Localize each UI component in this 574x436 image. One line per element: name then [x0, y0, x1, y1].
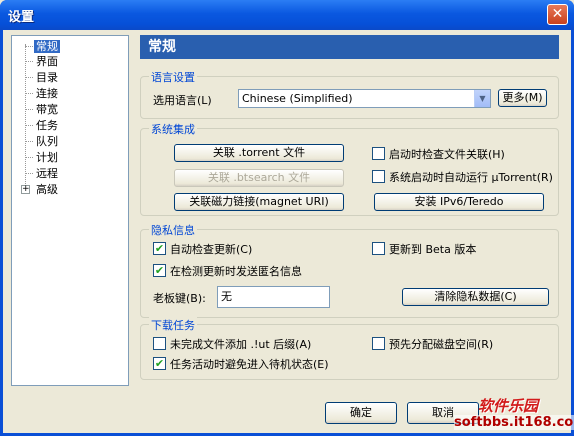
close-button[interactable]: ✕ — [547, 4, 568, 25]
ok-button[interactable]: 确定 — [325, 402, 397, 424]
sidebar-item-label: 远程 — [36, 167, 58, 180]
anonymous-info-label: 在检测更新时发送匿名信息 — [170, 265, 302, 278]
tree-connector — [25, 44, 26, 192]
sidebar-item-advanced[interactable]: 高级 — [34, 182, 60, 197]
sidebar-item-remote[interactable]: 远程 — [34, 166, 60, 181]
sidebar-item-queue[interactable]: 队列 — [34, 134, 60, 149]
install-ipv6-button[interactable]: 安装 IPv6/Teredo — [374, 193, 544, 211]
autostart-checkbox[interactable] — [372, 170, 385, 183]
sidebar-item-label: 目录 — [36, 71, 58, 84]
chevron-down-icon: ▼ — [474, 90, 490, 107]
sidebar-item-label: 界面 — [36, 55, 58, 68]
ut-extension-label: 未完成文件添加 .!ut 后缀(A) — [170, 338, 312, 351]
tree-connector — [25, 77, 33, 78]
autostart-label: 系统启动时自动运行 µTorrent(R) — [389, 171, 553, 184]
check-association-checkbox[interactable] — [372, 147, 385, 160]
language-select-value: Chinese (Simplified) — [242, 92, 353, 105]
group-title: 下载任务 — [149, 317, 197, 333]
associate-magnet-button[interactable]: 关联磁力链接(magnet URI) — [174, 193, 344, 211]
checkmark-icon: ✔ — [154, 242, 165, 255]
sidebar-item-label: 带宽 — [36, 103, 58, 116]
sidebar-item-bandwidth[interactable]: 带宽 — [34, 102, 60, 117]
expand-icon[interactable]: + — [21, 185, 30, 194]
anonymous-info-checkbox[interactable]: ✔ — [153, 264, 166, 277]
language-select[interactable]: Chinese (Simplified) ▼ — [238, 89, 491, 108]
group-title: 隐私信息 — [149, 222, 197, 238]
title-bar: 设置 ✕ — [0, 0, 574, 30]
tree-connector — [25, 157, 33, 158]
tree-connector — [25, 93, 33, 94]
integration-group: 系统集成 关联 .torrent 文件 关联 .btsearch 文件 关联磁力… — [140, 121, 559, 216]
associate-btsearch-button: 关联 .btsearch 文件 — [174, 169, 344, 187]
ut-extension-checkbox[interactable] — [153, 337, 166, 350]
dialog-client: 常规 界面 目录 连接 带宽 任务 队列 计划 远程 + 高级 常规 语言设置 … — [3, 30, 571, 433]
beta-update-checkbox[interactable] — [372, 242, 385, 255]
language-label: 选用语言(L) — [153, 94, 212, 107]
tree-connector — [25, 61, 33, 62]
sidebar-item-scheduler[interactable]: 计划 — [34, 150, 60, 165]
sidebar-item-general[interactable]: 常规 — [34, 39, 60, 54]
cancel-button[interactable]: 取消 — [407, 402, 479, 424]
sidebar-item-label: 队列 — [36, 135, 58, 148]
prevent-standby-checkbox[interactable]: ✔ — [153, 357, 166, 370]
auto-update-checkbox[interactable]: ✔ — [153, 242, 166, 255]
tree-connector — [25, 125, 33, 126]
settings-tree: 常规 界面 目录 连接 带宽 任务 队列 计划 远程 + 高级 — [11, 35, 129, 386]
sidebar-item-label: 连接 — [36, 87, 58, 100]
prevent-standby-label: 任务活动时避免进入待机状态(E) — [170, 358, 329, 371]
auto-update-label: 自动检查更新(C) — [170, 243, 253, 256]
preallocate-label: 预先分配磁盘空间(R) — [389, 338, 494, 351]
download-group: 下载任务 未完成文件添加 .!ut 后缀(A) 预先分配磁盘空间(R) ✔ 任务… — [140, 317, 559, 380]
tree-connector — [25, 141, 33, 142]
check-association-label: 启动时检查文件关联(H) — [389, 148, 505, 161]
sidebar-item-label: 常规 — [34, 40, 60, 53]
group-title: 系统集成 — [149, 121, 197, 137]
page-title: 常规 — [140, 35, 559, 59]
checkmark-icon: ✔ — [154, 264, 165, 277]
window-title: 设置 — [8, 10, 35, 25]
sidebar-item-label: 计划 — [36, 151, 58, 164]
sidebar-item-bittorrent[interactable]: 任务 — [34, 118, 60, 133]
more-languages-button[interactable]: 更多(M) — [498, 89, 547, 107]
tree-connector — [25, 46, 33, 47]
group-title: 语言设置 — [149, 69, 197, 85]
tree-connector — [25, 173, 33, 174]
boss-key-input[interactable]: 无 — [217, 286, 330, 308]
tree-connector — [25, 109, 33, 110]
settings-window: 设置 ✕ 常规 界面 目录 连接 带宽 任务 队列 计划 远程 + 高级 常规 … — [0, 0, 574, 436]
boss-key-label: 老板键(B): — [153, 292, 206, 305]
sidebar-item-connection[interactable]: 连接 — [34, 86, 60, 101]
checkmark-icon: ✔ — [154, 357, 165, 370]
associate-torrent-button[interactable]: 关联 .torrent 文件 — [174, 144, 344, 162]
sidebar-item-label: 高级 — [36, 183, 58, 196]
language-group: 语言设置 选用语言(L) Chinese (Simplified) ▼ 更多(M… — [140, 69, 559, 119]
clear-privacy-button[interactable]: 清除隐私数据(C) — [402, 288, 549, 306]
sidebar-item-label: 任务 — [36, 119, 58, 132]
sidebar-item-directories[interactable]: 目录 — [34, 70, 60, 85]
preallocate-checkbox[interactable] — [372, 337, 385, 350]
privacy-group: 隐私信息 ✔ 自动检查更新(C) 更新到 Beta 版本 ✔ 在检测更新时发送匿… — [140, 222, 559, 318]
sidebar-item-ui[interactable]: 界面 — [34, 54, 60, 69]
beta-update-label: 更新到 Beta 版本 — [389, 243, 477, 256]
